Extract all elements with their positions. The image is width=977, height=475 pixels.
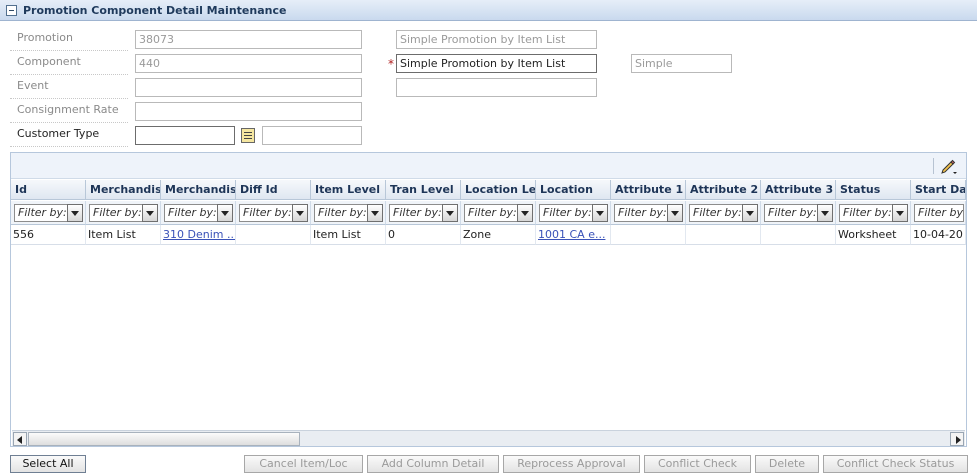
column-header-id[interactable]: Id bbox=[11, 180, 86, 200]
filter-dropdown-icon[interactable] bbox=[67, 204, 83, 222]
filter-input-location-level[interactable]: Filter by: bbox=[464, 204, 518, 222]
column-header-attribute-3[interactable]: Attribute 3 bbox=[761, 180, 836, 200]
filter-input-merchandise-item[interactable]: Filter by: bbox=[164, 204, 218, 222]
cell-location-link[interactable]: 1001 CA e... bbox=[536, 225, 611, 245]
filter-cell: Filter by: bbox=[461, 201, 536, 225]
collapse-icon[interactable] bbox=[6, 4, 17, 16]
scroll-left-icon[interactable] bbox=[13, 432, 27, 446]
event-label: Event bbox=[10, 76, 128, 99]
filter-input-merchandise-level[interactable]: Filter by: bbox=[89, 204, 143, 222]
scrollbar-thumb[interactable] bbox=[28, 432, 300, 446]
filter-dropdown-icon[interactable] bbox=[442, 204, 458, 222]
column-header-merchandise-item[interactable]: Merchandise I bbox=[161, 180, 236, 200]
filter-dropdown-icon[interactable] bbox=[217, 204, 233, 222]
filter-cell: Filter by: bbox=[11, 201, 86, 225]
cell-attribute-3 bbox=[761, 225, 836, 245]
filter-dropdown-icon[interactable] bbox=[592, 204, 608, 222]
cell-merchandise-item-link[interactable]: 310 Denim ... bbox=[161, 225, 236, 245]
customer-type-label: Customer Type bbox=[10, 124, 128, 147]
filter-cell: Filter by: bbox=[836, 201, 911, 225]
promotion-label: Promotion bbox=[10, 28, 128, 51]
customer-type-description-field bbox=[262, 126, 362, 145]
event-description-field bbox=[396, 78, 597, 97]
edit-pencil-icon[interactable] bbox=[940, 157, 958, 175]
promotion-field[interactable]: 38073 bbox=[135, 30, 362, 49]
filter-dropdown-icon[interactable] bbox=[742, 204, 758, 222]
column-header-diff-id[interactable]: Diff Id bbox=[236, 180, 311, 200]
filter-dropdown-icon[interactable] bbox=[367, 204, 383, 222]
filter-input-attribute-2[interactable]: Filter by: bbox=[689, 204, 743, 222]
conflict-check-button[interactable]: Conflict Check bbox=[644, 455, 751, 473]
grid-toolbar bbox=[11, 153, 966, 179]
conflict-check-status-button[interactable]: Conflict Check Status bbox=[823, 455, 968, 473]
component-type-field: Simple bbox=[631, 54, 732, 73]
cell-merchandise-level: Item List bbox=[86, 225, 161, 245]
cell-start-date: 10-04-20 bbox=[911, 225, 966, 245]
filter-cell: Filter by: bbox=[386, 201, 461, 225]
cell-location-level: Zone bbox=[461, 225, 536, 245]
filter-input-attribute-3[interactable]: Filter by: bbox=[764, 204, 818, 222]
column-header-tran-level[interactable]: Tran Level bbox=[386, 180, 461, 200]
filter-cell: Filter by: bbox=[536, 201, 611, 225]
filter-dropdown-icon[interactable] bbox=[292, 204, 308, 222]
filter-input-tran-level[interactable]: Filter by: bbox=[389, 204, 443, 222]
component-field[interactable]: 440 bbox=[135, 54, 362, 73]
horizontal-scrollbar[interactable] bbox=[12, 430, 965, 446]
filter-cell: Filter by: bbox=[911, 201, 966, 225]
filter-cell: Filter by: bbox=[86, 201, 161, 225]
column-header-attribute-1[interactable]: Attribute 1 bbox=[611, 180, 686, 200]
filter-input-status[interactable]: Filter by: bbox=[839, 204, 893, 222]
required-indicator: * bbox=[388, 57, 394, 71]
filter-input-diff-id[interactable]: Filter by: bbox=[239, 204, 293, 222]
filter-input-id[interactable]: Filter by: bbox=[14, 204, 68, 222]
filter-input-item-level[interactable]: Filter by: bbox=[314, 204, 368, 222]
column-header-status[interactable]: Status bbox=[836, 180, 911, 200]
consignment-rate-label: Consignment Rate bbox=[10, 100, 128, 123]
cell-attribute-2 bbox=[686, 225, 761, 245]
filter-dropdown-icon[interactable] bbox=[667, 204, 683, 222]
cell-attribute-1 bbox=[611, 225, 686, 245]
cancel-item-loc-button[interactable]: Cancel Item/Loc bbox=[244, 455, 363, 473]
filter-cell: Filter by: bbox=[311, 201, 386, 225]
list-of-values-icon[interactable] bbox=[241, 128, 255, 143]
filter-input-location[interactable]: Filter by: bbox=[539, 204, 593, 222]
event-field[interactable] bbox=[135, 78, 362, 97]
consignment-rate-field[interactable] bbox=[135, 102, 362, 121]
filter-cell: Filter by: bbox=[161, 201, 236, 225]
reprocess-approval-button[interactable]: Reprocess Approval bbox=[503, 455, 640, 473]
component-label: Component bbox=[10, 52, 128, 75]
panel-title: Promotion Component Detail Maintenance bbox=[23, 3, 287, 17]
column-header-start-date[interactable]: Start Date bbox=[911, 180, 966, 200]
column-header-item-level[interactable]: Item Level bbox=[311, 180, 386, 200]
filter-input-attribute-1[interactable]: Filter by: bbox=[614, 204, 668, 222]
scroll-right-icon[interactable] bbox=[950, 432, 964, 446]
delete-button[interactable]: Delete bbox=[755, 455, 819, 473]
cell-status: Worksheet bbox=[836, 225, 911, 245]
select-all-button[interactable]: Select All bbox=[10, 455, 86, 473]
filter-dropdown-icon[interactable] bbox=[517, 204, 533, 222]
filter-cell: Filter by: bbox=[686, 201, 761, 225]
cell-tran-level: 0 bbox=[386, 225, 461, 245]
component-name-field[interactable]: Simple Promotion by Item List bbox=[396, 54, 597, 73]
add-column-detail-button[interactable]: Add Column Detail bbox=[367, 455, 499, 473]
filter-cell: Filter by: bbox=[611, 201, 686, 225]
column-header-location-level[interactable]: Location Leve bbox=[461, 180, 536, 200]
filter-input-start-date[interactable]: Filter by: bbox=[914, 204, 964, 222]
filter-dropdown-icon[interactable] bbox=[817, 204, 833, 222]
column-header-attribute-2[interactable]: Attribute 2 bbox=[686, 180, 761, 200]
cell-item-level: Item List bbox=[311, 225, 386, 245]
promotion-description-field: Simple Promotion by Item List bbox=[396, 30, 597, 49]
filter-dropdown-icon[interactable] bbox=[892, 204, 908, 222]
filter-cell: Filter by: bbox=[761, 201, 836, 225]
cell-diff-id bbox=[236, 225, 311, 245]
column-header-location[interactable]: Location bbox=[536, 180, 611, 200]
cell-id: 556 bbox=[11, 225, 86, 245]
item-location-grid: Id Merchandise L Merchandise I Diff Id I… bbox=[10, 152, 967, 447]
panel-header: Promotion Component Detail Maintenance bbox=[0, 0, 977, 21]
filter-dropdown-icon[interactable] bbox=[142, 204, 158, 222]
customer-type-field[interactable] bbox=[135, 126, 235, 145]
toolbar-separator bbox=[933, 158, 934, 174]
column-header-merchandise-level[interactable]: Merchandise L bbox=[86, 180, 161, 200]
filter-cell: Filter by: bbox=[236, 201, 311, 225]
